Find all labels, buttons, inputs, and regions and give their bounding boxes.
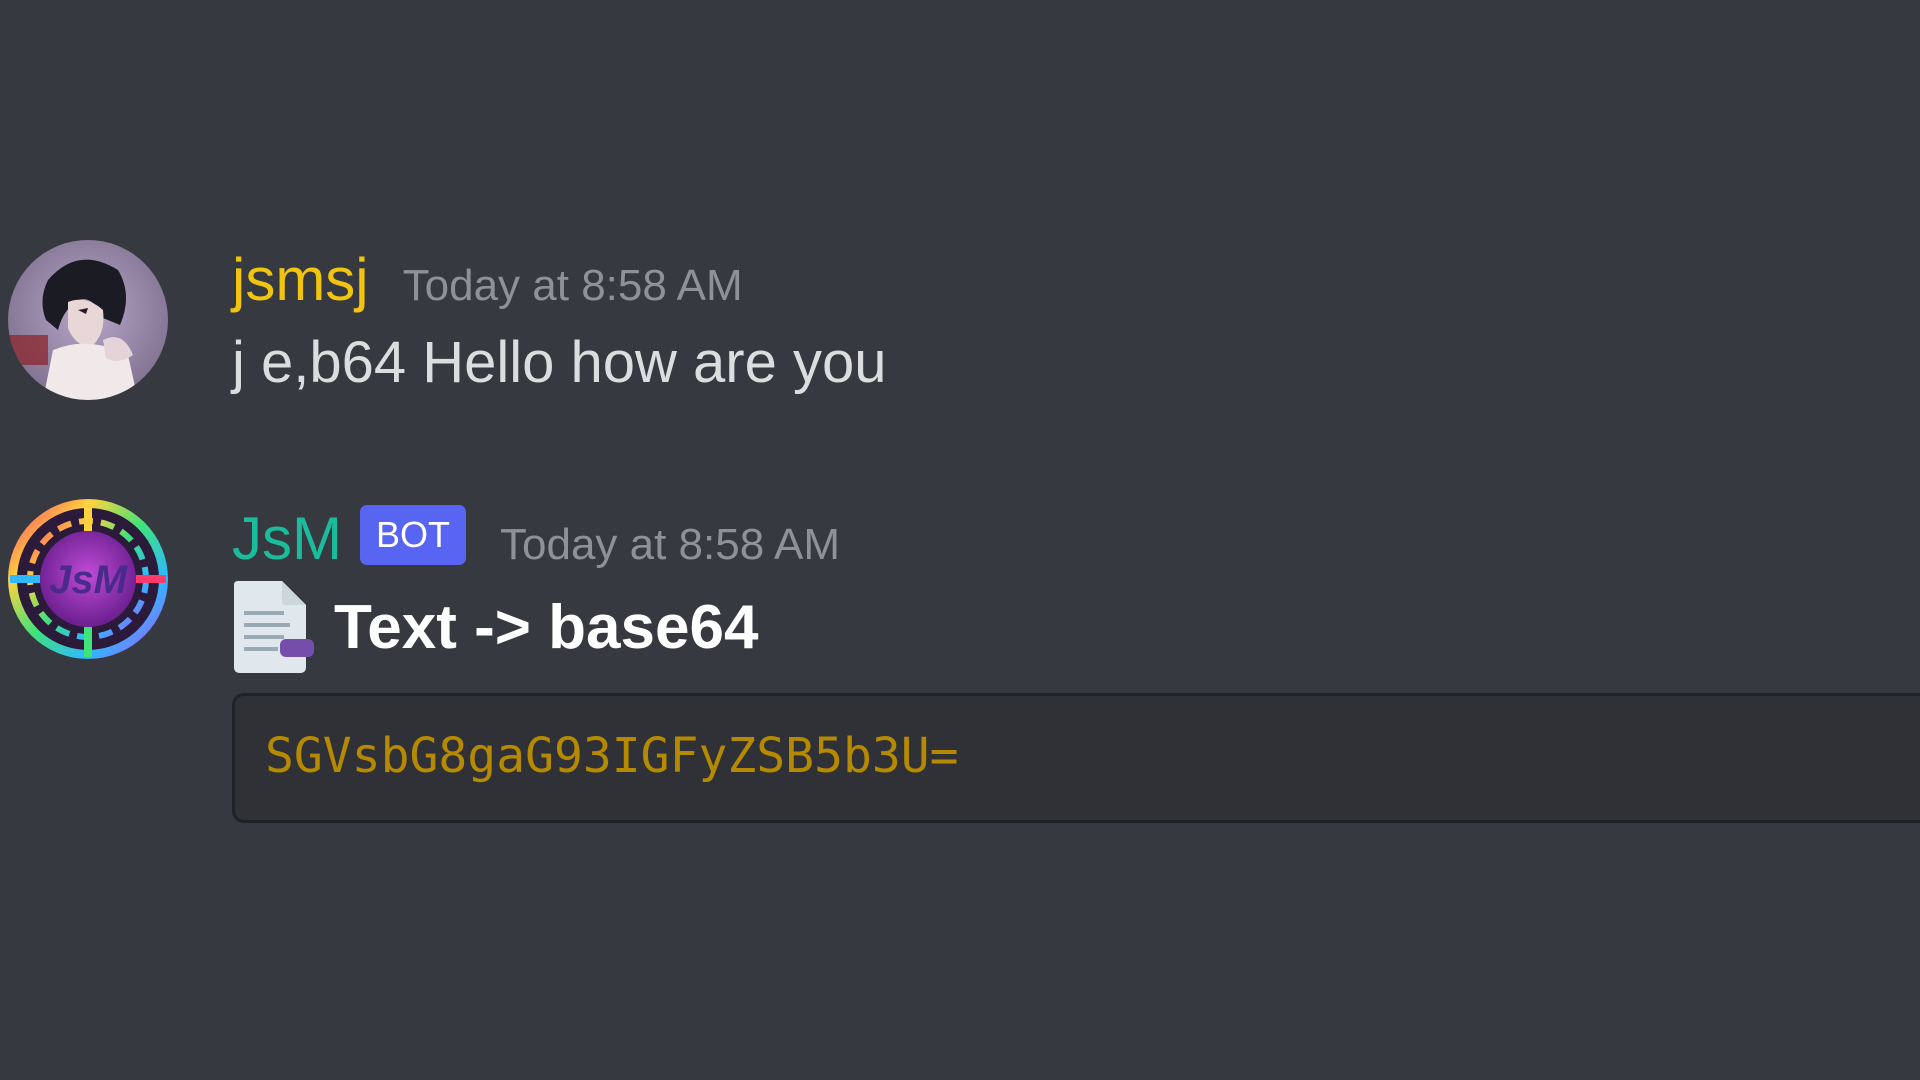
bot-avatar-icon: JsM (8, 499, 168, 659)
message-content: j e,b64 Hello how are you (232, 330, 887, 395)
page-document-icon (232, 581, 316, 673)
timestamp[interactable]: Today at 8:58 AM (500, 520, 840, 570)
message-header: JsM BOT Today at 8:58 AM (232, 499, 840, 579)
user-avatar[interactable] (8, 240, 168, 400)
chat-view: jsmsj Today at 8:58 AM j e,b64 Hello how… (0, 0, 1920, 1080)
bot-avatar[interactable]: JsM (8, 499, 168, 659)
code-text: SGVsbG8gaG93IGFyZSB5b3U= (265, 728, 959, 784)
username[interactable]: jsmsj (232, 250, 369, 310)
embed-title-text: Text -> base64 (334, 592, 759, 662)
username[interactable]: JsM (232, 509, 342, 569)
user-avatar-icon (8, 240, 168, 400)
bot-tag: BOT (359, 505, 466, 565)
message-header: jsmsj Today at 8:58 AM (232, 240, 743, 320)
bot-avatar-logo-text: JsM (49, 558, 128, 602)
code-block: SGVsbG8gaG93IGFyZSB5b3U= (232, 693, 1920, 823)
timestamp[interactable]: Today at 8:58 AM (403, 261, 743, 311)
embed-title: Text -> base64 (232, 579, 758, 675)
